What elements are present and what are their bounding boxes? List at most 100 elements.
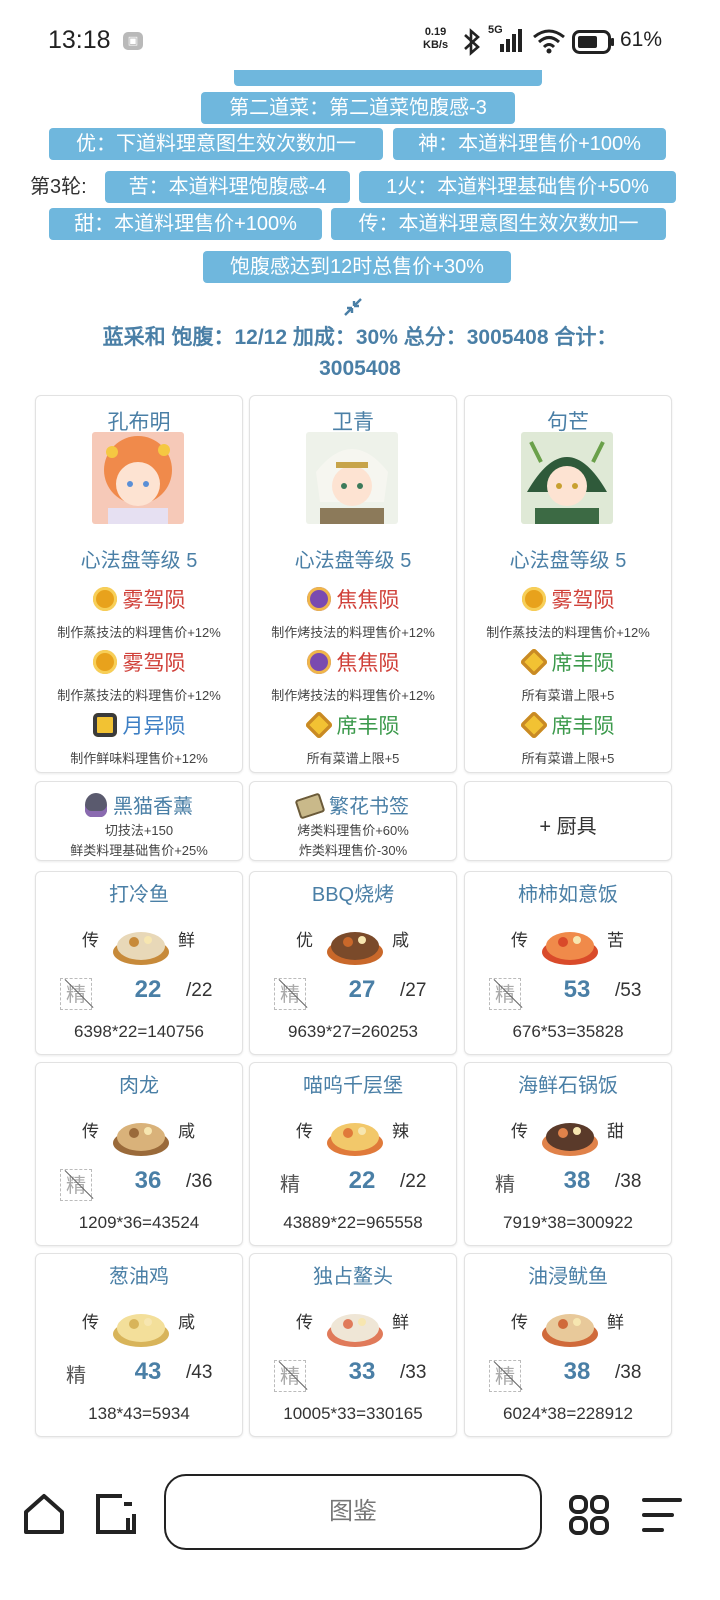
purple-coin-icon bbox=[306, 650, 331, 674]
dish-tag-left: 传 bbox=[82, 931, 99, 950]
dish-tag-left: 传 bbox=[82, 1122, 99, 1141]
equipment-card[interactable]: 繁花书签 烤类料理售价+60% 炸类料理售价-30% bbox=[249, 781, 457, 861]
chef-card[interactable]: 句芒 心法盘等级 5 雾驾陨 制作蒸技法的料理售价+12% 席丰陨 所有菜谱上限… bbox=[464, 395, 672, 773]
dish-quantity[interactable]: 33 bbox=[330, 1358, 394, 1386]
net-speed-value: 0.19 bbox=[424, 26, 447, 38]
dish-quantity[interactable]: 27 bbox=[330, 976, 394, 1004]
refine-toggle[interactable]: 精 bbox=[60, 1169, 92, 1201]
dish-quantity[interactable]: 38 bbox=[545, 1167, 609, 1195]
fish-dish-icon bbox=[113, 932, 169, 965]
dish-tag-right: 咸 bbox=[392, 931, 409, 950]
dish-tag-right: 甜 bbox=[607, 1122, 624, 1141]
dish-score-calc: 7919*38=300922 bbox=[503, 1213, 633, 1232]
bbq-dish-icon bbox=[327, 932, 383, 965]
dish-name: 肉龙 bbox=[119, 1075, 159, 1097]
dish-card[interactable]: 海鲜石锅饭传 甜精 38/38 7919*38=300922 bbox=[464, 1062, 672, 1246]
dish-quantity[interactable]: 38 bbox=[545, 1358, 609, 1386]
gold-coin-icon bbox=[92, 650, 117, 674]
skill-desc: 制作蒸技法的料理售价+12% bbox=[486, 625, 650, 640]
dish-max-quantity: /22 bbox=[400, 1171, 427, 1192]
chef-level: 心法盘等级 5 bbox=[509, 550, 627, 572]
chef-skill: 雾驾陨 制作蒸技法的料理售价+12% bbox=[36, 647, 242, 709]
equipment-title: 繁花书签 bbox=[250, 790, 456, 820]
skill-desc: 制作鲜味料理售价+12% bbox=[70, 751, 208, 766]
chef-skill: 焦焦陨 制作烤技法的料理售价+12% bbox=[250, 647, 456, 709]
encyclopedia-button[interactable]: 图鉴 bbox=[164, 1474, 542, 1550]
dish-quantity[interactable]: 43 bbox=[116, 1358, 180, 1386]
summary-line-1: 蓝采和 饱腹：12/12 加成：30% 总分：3005408 合计： bbox=[102, 326, 618, 349]
chef-card[interactable]: 孔布明 心法盘等级 5 雾驾陨 制作蒸技法的料理售价+12% 雾驾陨 制作蒸技法… bbox=[35, 395, 243, 773]
dish-name: 葱油鸡 bbox=[109, 1266, 169, 1288]
dish-tag-left: 传 bbox=[511, 1122, 528, 1141]
chef-skill: 席丰陨 所有菜谱上限+5 bbox=[465, 647, 671, 709]
tag-item: 神：本道料理售价+100% bbox=[393, 128, 666, 160]
home-icon[interactable] bbox=[22, 1492, 66, 1536]
chef-portrait bbox=[306, 432, 398, 524]
dish-card[interactable]: 柿柿如意饭传 苦精 53/53 676*53=35828 bbox=[464, 871, 672, 1055]
dish-card[interactable]: 肉龙传 咸精 36/36 1209*36=43524 bbox=[35, 1062, 243, 1246]
equipment-desc: 鲜类料理基础售价+25% bbox=[70, 843, 208, 858]
dish-tag-right: 鲜 bbox=[178, 931, 195, 950]
equipment-card[interactable]: 黑猫香薰 切技法+150 鲜类料理基础售价+25% bbox=[35, 781, 243, 861]
dish-tag-left: 传 bbox=[82, 1313, 99, 1332]
chef-portrait bbox=[521, 432, 613, 524]
refine-toggle[interactable]: 精 bbox=[489, 978, 521, 1010]
dish-quantity[interactable]: 22 bbox=[330, 1167, 394, 1195]
dish-quantity[interactable]: 53 bbox=[545, 976, 609, 1004]
apps-grid-icon[interactable] bbox=[568, 1494, 610, 1536]
tag-item: 第二道菜：第二道菜饱腹感-3 bbox=[201, 92, 515, 124]
dish-score-calc: 1209*36=43524 bbox=[78, 1213, 200, 1232]
tag-row-4: 甜：本道料理售价+100% 传：本道料理意图生效次数加一 bbox=[0, 208, 720, 240]
refine-toggle[interactable]: 精 bbox=[60, 978, 92, 1010]
refine-toggle[interactable]: 精 bbox=[489, 1169, 521, 1201]
stone-pot-rice-icon bbox=[542, 1123, 598, 1156]
dish-card[interactable]: 独占鳌头传 鲜精 33/33 10005*33=330165 bbox=[249, 1253, 457, 1437]
dish-quantity[interactable]: 36 bbox=[116, 1167, 180, 1195]
chef-card[interactable]: 卫青 心法盘等级 5 焦焦陨 制作烤技法的料理售价+12% 焦焦陨 制作烤技法的… bbox=[249, 395, 457, 773]
dish-max-quantity: /33 bbox=[400, 1362, 427, 1383]
dish-name: 油浸鱿鱼 bbox=[528, 1266, 608, 1288]
skill-desc: 制作蒸技法的料理售价+12% bbox=[57, 688, 221, 703]
dish-card[interactable]: 油浸鱿鱼传 鲜精 38/38 6024*38=228912 bbox=[464, 1253, 672, 1437]
equipment-name: 繁花书签 bbox=[329, 796, 409, 818]
dish-card[interactable]: 打冷鱼传 鲜精 22/22 6398*22=140756 bbox=[35, 871, 243, 1055]
dish-quantity[interactable]: 22 bbox=[116, 976, 180, 1004]
refine-toggle[interactable]: 精 bbox=[60, 1360, 92, 1392]
skill-desc: 所有菜谱上限+5 bbox=[521, 688, 615, 703]
score-summary: 蓝采和 饱腹：12/12 加成：30% 总分：3005408 合计： 30054… bbox=[60, 322, 660, 384]
skill-name: 焦焦陨 bbox=[336, 652, 400, 675]
tabs-icon[interactable] bbox=[94, 1492, 138, 1536]
dish-score-calc: 6398*22=140756 bbox=[74, 1022, 204, 1041]
tag-row-5: 饱腹感达到12时总售价+30% bbox=[0, 251, 720, 283]
net-speed-unit: KB/s bbox=[423, 39, 449, 51]
tag-item: 1火：本道料理基础售价+50% bbox=[359, 171, 676, 203]
bluetooth-icon bbox=[464, 28, 480, 56]
refine-toggle[interactable]: 精 bbox=[274, 1360, 306, 1392]
skill-name: 月异陨 bbox=[122, 715, 186, 738]
menu-icon[interactable] bbox=[642, 1496, 682, 1534]
dish-card[interactable]: 喵呜千层堡传 辣精 22/22 43889*22=965558 bbox=[249, 1062, 457, 1246]
equipment-desc: 烤类料理售价+60% bbox=[297, 823, 409, 838]
dish-name: 海鲜石锅饭 bbox=[518, 1075, 618, 1097]
dish-card[interactable]: BBQ烧烤优 咸精 27/27 9639*27=260253 bbox=[249, 871, 457, 1055]
scallion-chicken-icon bbox=[113, 1314, 169, 1347]
tag-row-1: 第二道菜：第二道菜饱腹感-3 bbox=[0, 92, 720, 124]
dish-card[interactable]: 葱油鸡传 咸精 43/43 138*43=5934 bbox=[35, 1253, 243, 1437]
tag-item: 饱腹感达到12时总售价+30% bbox=[203, 251, 511, 283]
skill-name: 雾驾陨 bbox=[122, 589, 186, 612]
dish-tag-left: 传 bbox=[511, 1313, 528, 1332]
collapse-icon[interactable] bbox=[342, 296, 364, 318]
squid-dish-icon bbox=[542, 1314, 598, 1347]
wifi-icon bbox=[533, 29, 565, 54]
tag-item: 优：下道料理意图生效次数加一 bbox=[49, 128, 383, 160]
refine-toggle[interactable]: 精 bbox=[274, 978, 306, 1010]
refine-toggle[interactable]: 精 bbox=[489, 1360, 521, 1392]
battery-icon bbox=[572, 30, 614, 54]
shell-dish-icon bbox=[327, 1314, 383, 1347]
refine-toggle[interactable]: 精 bbox=[274, 1169, 306, 1201]
skill-name: 席丰陨 bbox=[336, 715, 400, 738]
battery-percent: 61% bbox=[620, 28, 663, 51]
add-equipment-button[interactable]: + 厨具 bbox=[464, 781, 672, 861]
dish-tag-right: 鲜 bbox=[607, 1313, 624, 1332]
chef-portrait bbox=[92, 432, 184, 524]
